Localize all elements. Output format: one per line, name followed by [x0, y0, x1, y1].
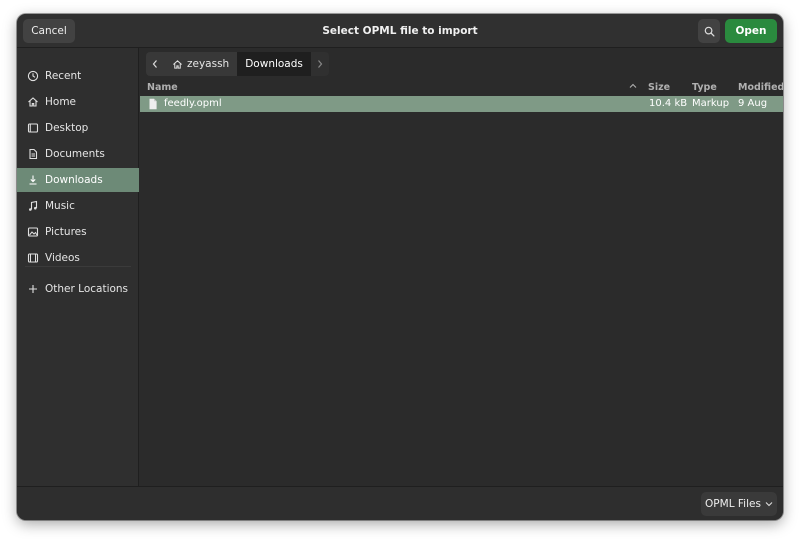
sidebar-item-home[interactable]: Home: [17, 90, 139, 114]
clock-icon: [27, 70, 39, 82]
sidebar-item-label: Videos: [45, 252, 80, 264]
chevron-right-icon: [317, 60, 323, 68]
sidebar-item-label: Other Locations: [45, 283, 129, 295]
path-segment-label: zeyassh: [187, 58, 230, 70]
file-chooser-dialog: Cancel Select OPML file to import Open R…: [17, 14, 783, 520]
plus-icon: [27, 283, 39, 295]
path-segment-label: Downloads: [245, 58, 303, 70]
file-filter-dropdown[interactable]: OPML Files: [701, 492, 777, 516]
file-name: feedly.opml: [164, 98, 222, 109]
sidebar-item-music[interactable]: Music: [17, 194, 139, 218]
desktop-icon: [27, 122, 39, 134]
download-icon: [27, 174, 39, 186]
file-size: 10.4 kB: [649, 98, 688, 109]
path-forward-button[interactable]: [310, 52, 329, 76]
chevron-left-icon: [152, 60, 157, 68]
sort-up-icon: [629, 82, 637, 93]
path-segment-home[interactable]: zeyassh: [164, 52, 238, 76]
sidebar-item-pictures[interactable]: Pictures: [17, 220, 139, 244]
dialog-title: Select OPML file to import: [322, 25, 478, 37]
column-type[interactable]: Type: [692, 82, 717, 93]
sidebar-item-recent[interactable]: Recent: [17, 64, 139, 88]
file-row[interactable]: feedly.opml 10.4 kB Markup 9 Aug: [140, 96, 783, 112]
sidebar-item-documents[interactable]: Documents: [17, 142, 139, 166]
column-name[interactable]: Name: [147, 82, 178, 93]
sidebar-item-downloads[interactable]: Downloads: [17, 168, 139, 192]
home-icon: [173, 59, 182, 69]
file-modified: 9 Aug: [738, 98, 768, 109]
home-icon: [27, 96, 39, 108]
sidebar-item-label: Pictures: [45, 226, 87, 238]
open-button[interactable]: Open: [725, 19, 777, 43]
sidebar-item-other-locations[interactable]: Other Locations: [17, 277, 139, 301]
places-sidebar: Recent Home Desktop Documents Downloads: [17, 48, 139, 486]
chevron-down-icon: [765, 502, 773, 507]
file-icon: [148, 98, 158, 113]
header-bar: Cancel Select OPML file to import Open: [17, 14, 783, 48]
search-button[interactable]: [698, 19, 720, 43]
path-back-button[interactable]: [146, 52, 164, 76]
sidebar-item-label: Music: [45, 200, 75, 212]
document-icon: [27, 148, 39, 160]
column-modified[interactable]: Modified: [738, 82, 783, 93]
music-icon: [27, 200, 39, 212]
filter-label: OPML Files: [705, 498, 761, 510]
sidebar-divider: [25, 266, 131, 267]
column-size[interactable]: Size: [648, 82, 670, 93]
sidebar-item-label: Desktop: [45, 122, 89, 134]
sidebar-item-label: Home: [45, 96, 77, 108]
file-type: Markup: [692, 98, 730, 109]
path-segment-downloads[interactable]: Downloads: [237, 52, 311, 76]
file-browser: zeyassh Downloads Name Size Type Modifie…: [140, 48, 783, 486]
sidebar-item-label: Recent: [45, 70, 82, 82]
footer-bar: OPML Files: [17, 486, 783, 520]
column-header: Name Size Type Modified: [140, 82, 783, 96]
path-bar: zeyassh Downloads: [146, 52, 329, 76]
picture-icon: [27, 226, 39, 238]
sidebar-item-desktop[interactable]: Desktop: [17, 116, 139, 140]
video-icon: [27, 252, 39, 264]
sidebar-item-label: Downloads: [45, 174, 103, 186]
search-icon: [704, 26, 715, 37]
sidebar-item-label: Documents: [45, 148, 105, 160]
cancel-button[interactable]: Cancel: [23, 19, 75, 43]
